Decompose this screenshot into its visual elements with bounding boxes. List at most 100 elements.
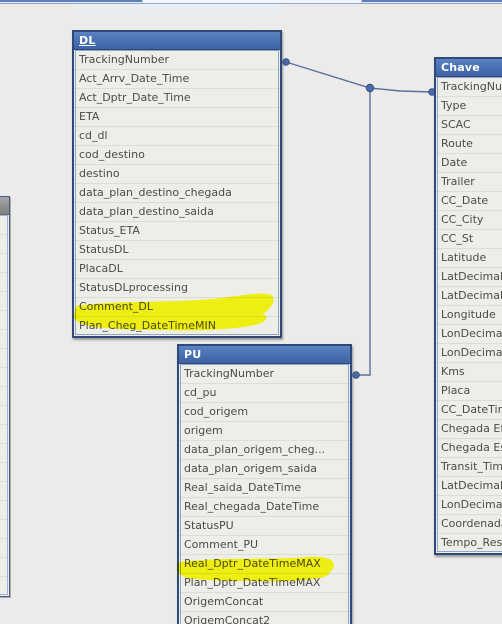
field-row[interactable]: CC_DateTime <box>436 401 502 420</box>
field-row[interactable]: Type <box>436 97 502 116</box>
entity-title-chave[interactable]: Chave <box>436 59 502 77</box>
field-row[interactable]: Real_chegada_DateTime <box>179 498 350 517</box>
field-name: Act_Arrv_Date_Time <box>79 72 190 85</box>
field-row[interactable]: cd_dl <box>74 127 280 146</box>
field-row[interactable]: Act_Dptr_Date_Time <box>74 89 280 108</box>
field-row[interactable]: Chegada Estimada <box>436 439 502 458</box>
field-row[interactable]: Act_Arrv_Date_Time <box>74 70 280 89</box>
field-row[interactable]: LatDecimal <box>436 477 502 496</box>
field-row[interactable]: SCAC <box>436 116 502 135</box>
field-row[interactable]: LonDecimal <box>436 496 502 515</box>
field-row[interactable] <box>0 520 9 539</box>
field-row[interactable] <box>0 273 9 292</box>
field-row[interactable]: TrackingNumber <box>74 51 280 70</box>
field-row[interactable]: TrackingNumber <box>436 78 502 97</box>
field-row[interactable]: cd_pu <box>179 384 350 403</box>
field-name: Plan_Cheg_DateTimeMIN <box>79 319 216 332</box>
field-row[interactable] <box>0 577 9 595</box>
field-row[interactable]: Plan_Dptr_DateTimeMAX <box>179 574 350 593</box>
field-row[interactable]: Tempo_Restante <box>436 534 502 552</box>
entity-table-chave[interactable]: Chave TrackingNumber Type SCAC Route Date Trai… <box>434 57 502 555</box>
field-row[interactable]: Trailer <box>436 173 502 192</box>
relationships-canvas[interactable]: DL TrackingNumber Act_Arrv_Date_Time Act_Dp… <box>0 0 502 624</box>
field-row[interactable]: Comment_PU <box>179 536 350 555</box>
field-row[interactable]: CC_City <box>436 211 502 230</box>
field-name: StatusDLprocessing <box>79 281 188 294</box>
field-row[interactable]: data_plan_destino_chegada <box>74 184 280 203</box>
field-row[interactable]: cod_destino <box>74 146 280 165</box>
field-row[interactable] <box>0 463 9 482</box>
field-name: Trailer <box>441 175 475 188</box>
field-row[interactable]: StatusPU <box>179 517 350 536</box>
field-row[interactable]: StatusDL <box>74 241 280 260</box>
field-name: OrigemConcat2 <box>184 614 271 624</box>
field-row[interactable]: data_plan_destino_saida <box>74 203 280 222</box>
field-row[interactable]: CC_St <box>436 230 502 249</box>
field-row[interactable]: Kms <box>436 363 502 382</box>
field-row[interactable]: origem <box>179 422 350 441</box>
field-row[interactable] <box>0 425 9 444</box>
entity-table-left-clipped-table[interactable] <box>0 196 10 597</box>
field-row[interactable]: LatDecimalMinutes <box>436 287 502 306</box>
field-row[interactable] <box>0 444 9 463</box>
field-row[interactable]: Transit_Time <box>436 458 502 477</box>
entity-title-pu[interactable]: PU <box>179 346 350 364</box>
field-name: cod_destino <box>79 148 145 161</box>
field-row[interactable]: Coordenadas <box>436 515 502 534</box>
field-row[interactable]: data_plan_origem_saida <box>179 460 350 479</box>
field-row[interactable]: Route <box>436 135 502 154</box>
entity-title-dl[interactable]: DL <box>74 32 280 50</box>
field-row[interactable] <box>0 539 9 558</box>
field-row[interactable]: LatDecimalDegrees <box>436 268 502 287</box>
entity-table-dl[interactable]: DL TrackingNumber Act_Arrv_Date_Time Act_Dp… <box>72 30 282 338</box>
entity-fieldlist-dl: TrackingNumber Act_Arrv_Date_Time Act_Dptr… <box>74 50 280 336</box>
relationship-endpoints <box>282 58 436 379</box>
field-row[interactable] <box>0 330 9 349</box>
junction-node <box>365 83 375 93</box>
field-row[interactable] <box>0 235 9 254</box>
field-row[interactable]: ETA <box>74 108 280 127</box>
field-row[interactable]: data_plan_origem_cheg... <box>179 441 350 460</box>
field-row[interactable]: Placa <box>436 382 502 401</box>
field-row[interactable]: Status_ETA <box>74 222 280 241</box>
field-name: Coordenadas <box>441 517 502 530</box>
field-row[interactable]: OrigemConcat2 <box>179 612 350 624</box>
field-row[interactable]: Comment_DL <box>74 298 280 317</box>
field-row[interactable] <box>0 558 9 577</box>
field-row[interactable]: LonDecimalMinutes <box>436 344 502 363</box>
field-row[interactable]: Longitude <box>436 306 502 325</box>
field-row[interactable] <box>0 254 9 273</box>
field-row[interactable]: CC_Date <box>436 192 502 211</box>
relationship-line-dl-chave <box>285 61 434 93</box>
field-row[interactable]: Real_saida_DateTime <box>179 479 350 498</box>
field-row[interactable] <box>0 292 9 311</box>
field-row[interactable]: Chegada Efetiva <box>436 420 502 439</box>
field-row[interactable]: OrigemConcat <box>179 593 350 612</box>
field-row[interactable]: Date <box>436 154 502 173</box>
endpoint-dl-trackingnumber <box>282 58 290 66</box>
field-row[interactable]: StatusDLprocessing <box>74 279 280 298</box>
field-row[interactable] <box>0 216 9 235</box>
field-row[interactable]: cod_origem <box>179 403 350 422</box>
canvas-ghost-shape <box>74 4 282 30</box>
field-row[interactable] <box>0 311 9 330</box>
field-name: ETA <box>79 110 100 123</box>
entity-table-pu[interactable]: PU TrackingNumber cd_pu cod_origem origem dat… <box>177 344 352 624</box>
field-row[interactable]: LonDecimalDegrees <box>436 325 502 344</box>
field-name: Date <box>441 156 468 169</box>
field-row[interactable]: PlacaDL <box>74 260 280 279</box>
field-row[interactable] <box>0 482 9 501</box>
field-name: CC_City <box>441 213 484 226</box>
field-row[interactable] <box>0 387 9 406</box>
field-row[interactable]: Latitude <box>436 249 502 268</box>
field-name: CC_DateTime <box>441 403 502 416</box>
field-row[interactable]: Plan_Cheg_DateTimeMIN <box>74 317 280 335</box>
field-row[interactable] <box>0 349 9 368</box>
field-row[interactable]: Real_Dptr_DateTimeMAX <box>179 555 350 574</box>
field-row[interactable]: TrackingNumber <box>179 365 350 384</box>
entity-title-left-clipped-table[interactable] <box>0 197 9 215</box>
field-row[interactable] <box>0 368 9 387</box>
field-row[interactable]: destino <box>74 165 280 184</box>
field-row[interactable] <box>0 406 9 425</box>
field-row[interactable] <box>0 501 9 520</box>
